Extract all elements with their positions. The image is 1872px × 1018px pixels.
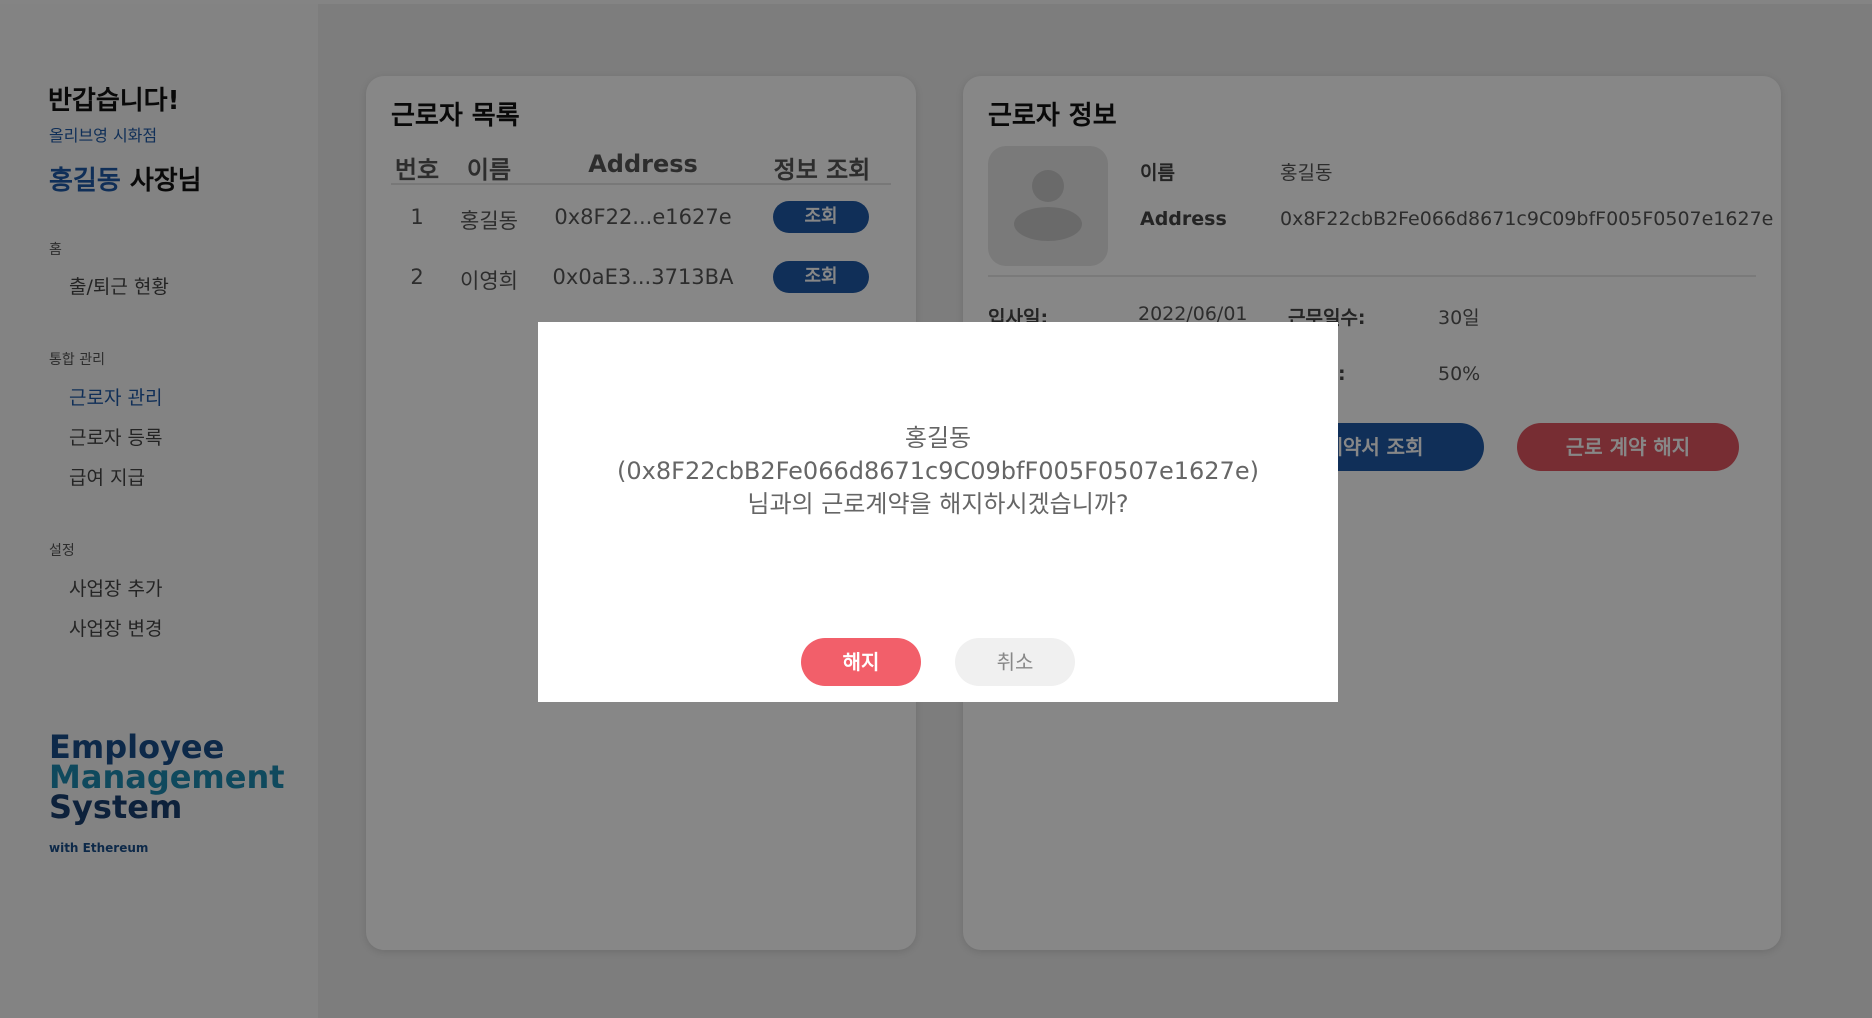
dialog-worker-name: 홍길동 (904, 424, 972, 452)
cancel-button[interactable]: 취소 (955, 638, 1075, 686)
dialog-message: 홍길동 (0x8F22cbB2Fe066d8671c9C09bfF005F050… (538, 422, 1338, 521)
dialog-question: 님과의 근로계약을 해지하시겠습니까? (747, 490, 1129, 518)
confirm-terminate-button[interactable]: 해지 (801, 638, 921, 686)
dialog-worker-address: (0x8F22cbB2Fe066d8671c9C09bfF005F0507e16… (617, 457, 1259, 485)
confirm-terminate-dialog: 홍길동 (0x8F22cbB2Fe066d8671c9C09bfF005F050… (538, 322, 1338, 702)
